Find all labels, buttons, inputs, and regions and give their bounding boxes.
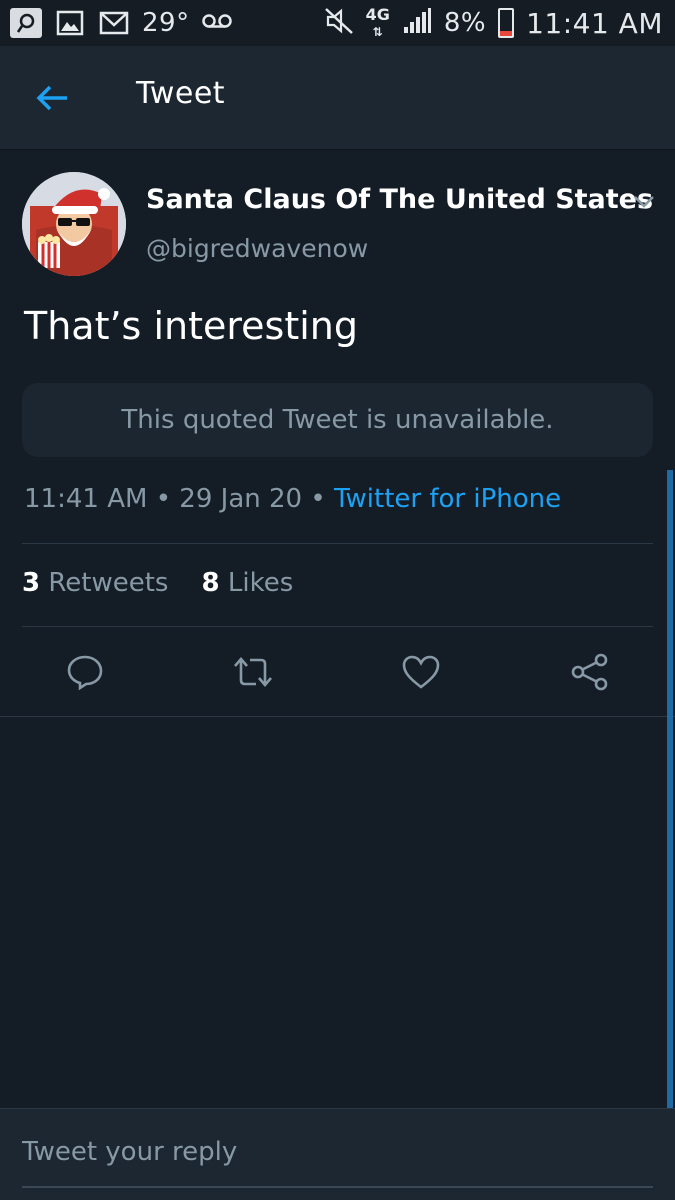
reply-button[interactable] <box>63 650 107 694</box>
signal-icon <box>402 7 432 39</box>
tweet-text: That’s interesting <box>24 304 358 348</box>
battery-percent: 8% <box>443 8 487 38</box>
gmail-icon <box>98 8 130 38</box>
likes-label: Likes <box>227 568 294 598</box>
retweets-count: 3 <box>22 568 41 598</box>
quoted-tweet-message: This quoted Tweet is unavailable. <box>121 405 554 435</box>
gallery-icon <box>54 8 86 38</box>
status-bar-right: 4G ⇅ 8% 11:41 AM <box>324 4 663 40</box>
author-handle[interactable]: @bigredwavenow <box>146 234 368 263</box>
quoted-tweet-unavailable: This quoted Tweet is unavailable. <box>22 383 653 457</box>
tweet-meta: 11:41 AM • 29 Jan 20 • Twitter for iPhon… <box>24 484 561 514</box>
app-header: Tweet <box>0 46 675 150</box>
network-type: 4G ⇅ <box>365 4 390 40</box>
back-button[interactable] <box>28 76 76 120</box>
tweet-date: 29 Jan 20 <box>179 484 303 514</box>
page-title: Tweet <box>136 76 226 111</box>
battery-icon <box>498 8 515 38</box>
divider <box>0 716 675 717</box>
likes-count: 8 <box>201 568 220 598</box>
tweet-time: 11:41 AM <box>24 484 148 514</box>
search-notification-icon <box>10 8 42 38</box>
retweets-label: Retweets <box>48 568 169 598</box>
meta-separator: • <box>155 484 172 514</box>
network-label: 4G <box>365 4 390 24</box>
chevron-down-icon <box>634 196 654 208</box>
author-name[interactable]: Santa Claus Of The United States <box>146 184 653 215</box>
divider <box>22 543 653 544</box>
voicemail-icon <box>201 12 232 34</box>
reply-input[interactable] <box>22 1132 653 1188</box>
clock: 11:41 AM <box>526 6 663 40</box>
tweet-options-button[interactable] <box>628 188 660 216</box>
battery-fill <box>500 31 513 36</box>
share-icon <box>571 653 608 691</box>
retweets-stat[interactable]: 3 Retweets <box>22 568 168 598</box>
heart-icon <box>402 655 440 689</box>
likes-stat[interactable]: 8 Likes <box>202 568 294 598</box>
tweet-stats: 3 Retweets 8 Likes <box>22 568 293 598</box>
temperature-text: 29° <box>142 8 190 38</box>
scrollbar[interactable] <box>667 470 673 1110</box>
retweet-button[interactable] <box>231 650 275 694</box>
share-button[interactable] <box>568 650 612 694</box>
avatar[interactable] <box>22 172 126 276</box>
meta-separator: • <box>310 484 326 514</box>
status-bar: 29° 4G ⇅ 8% 11:41 AM <box>0 0 675 46</box>
like-button[interactable] <box>399 650 443 694</box>
status-bar-left: 29° <box>10 8 232 38</box>
santa-avatar-icon <box>22 172 126 276</box>
reply-icon <box>67 655 103 691</box>
arrow-left-icon <box>36 85 67 111</box>
retweet-icon <box>234 657 272 687</box>
tweet-source-link[interactable]: Twitter for iPhone <box>334 484 561 514</box>
data-arrows-icon: ⇅ <box>372 24 383 39</box>
divider <box>22 626 653 627</box>
mute-icon <box>324 7 354 39</box>
